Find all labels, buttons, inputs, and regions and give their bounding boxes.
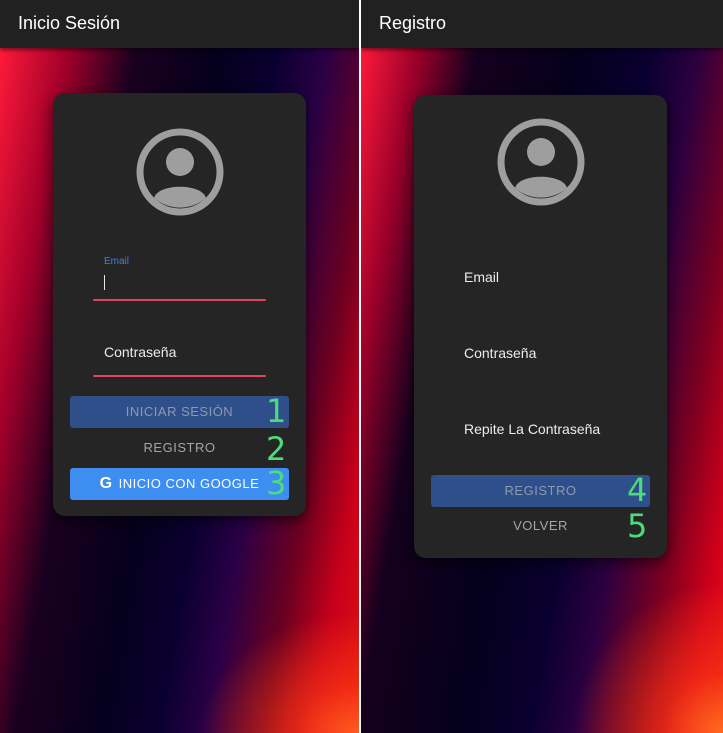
login-appbar: Inicio Sesión [0,0,359,48]
password-label: Contraseña [104,344,177,360]
login-screen: Inicio Sesión Email Contraseña INICIAR S… [0,0,359,733]
password-field[interactable]: Contraseña [464,345,536,361]
annotation-3: 3 [266,464,287,502]
annotation-1: 1 [266,392,287,430]
google-login-label: INICIO CON GOOGLE [118,476,260,491]
register-screen: Registro Email Contraseña Repite La Cont… [361,0,723,733]
email-field[interactable]: Email [464,269,499,285]
google-g-icon: G [99,475,113,492]
page-title: Inicio Sesión [18,13,121,33]
register-link-button[interactable]: REGISTRO [70,436,289,460]
account-circle-icon [136,128,224,216]
annotation-5: 5 [627,507,648,545]
text-cursor [104,275,105,290]
annotation-2: 2 [266,430,287,468]
login-button[interactable]: INICIAR SESIÓN [70,396,289,428]
google-login-button[interactable]: G INICIO CON GOOGLE [70,468,289,500]
password-underline [93,375,266,377]
email-label: Email [104,256,130,267]
account-circle-icon [497,118,585,206]
annotation-4: 4 [627,471,648,509]
back-button[interactable]: VOLVER [431,514,650,538]
register-appbar: Registro [361,0,723,48]
page-title: Registro [379,13,447,33]
email-underline [93,299,266,301]
repeat-password-field[interactable]: Repite La Contraseña [464,421,600,437]
register-button[interactable]: REGISTRO [431,475,650,507]
